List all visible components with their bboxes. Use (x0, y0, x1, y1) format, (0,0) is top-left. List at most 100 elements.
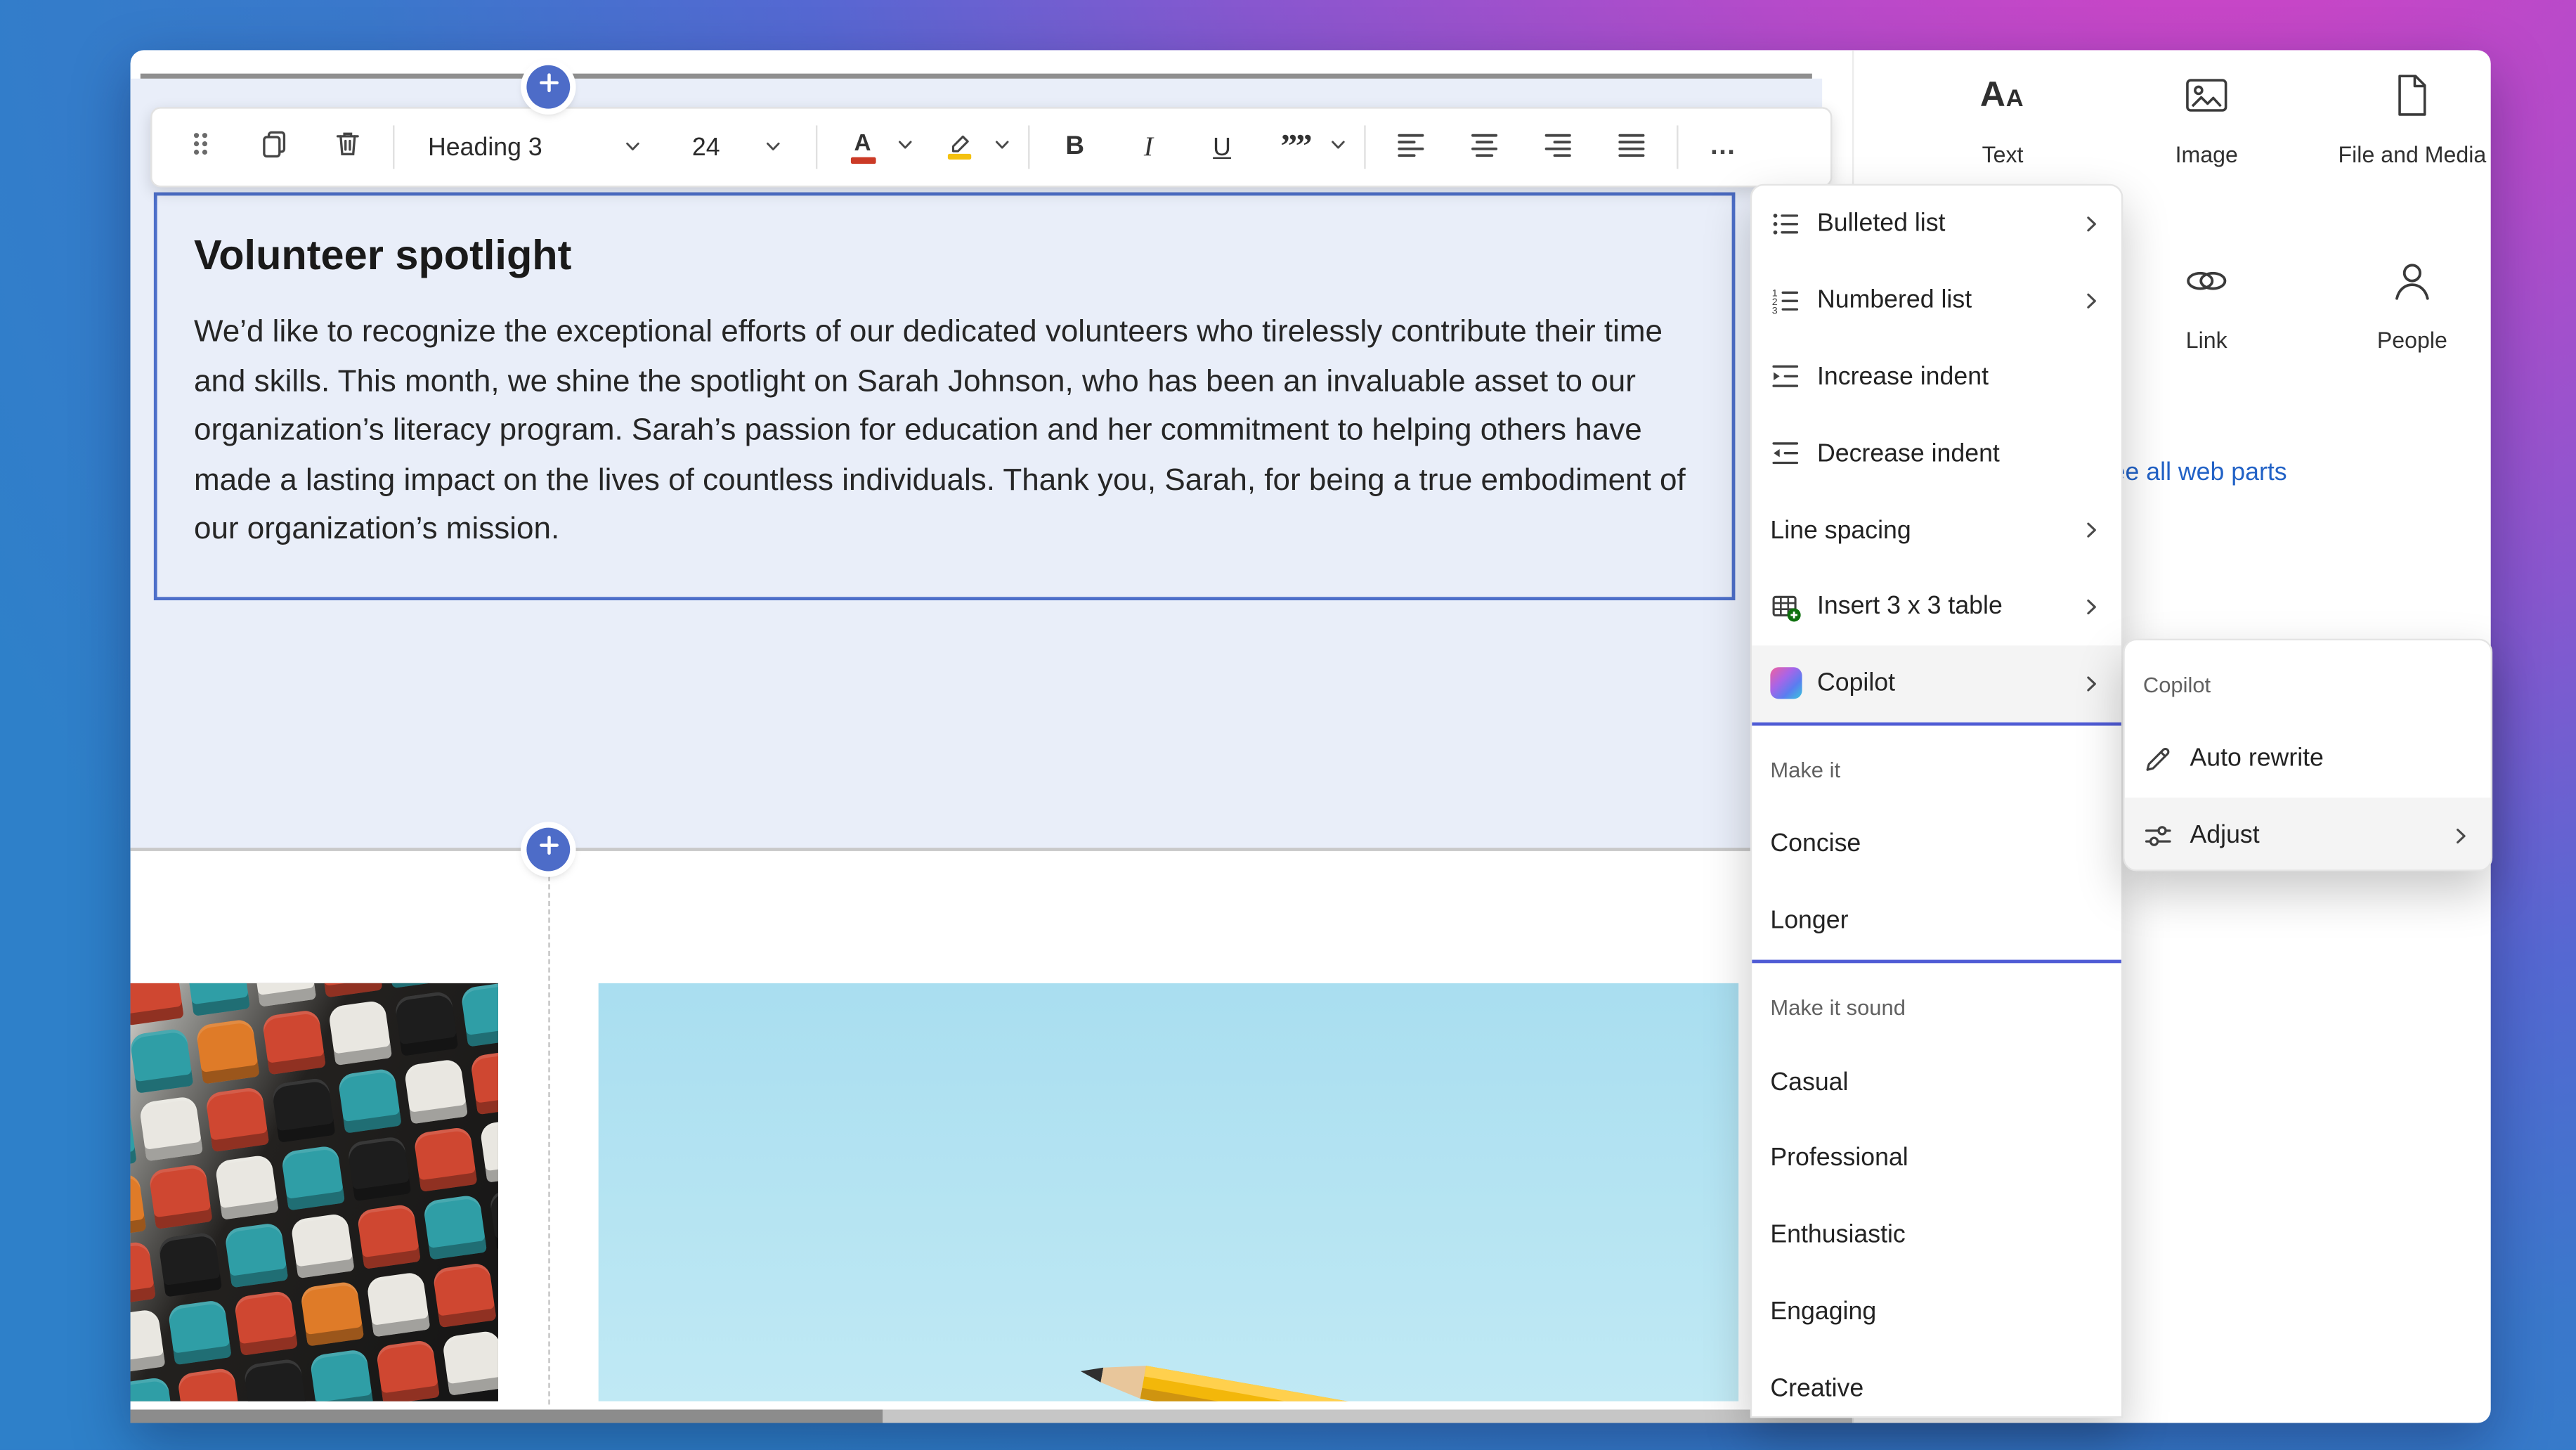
highlighter-icon (943, 127, 977, 168)
auditorium-chairs-image[interactable] (131, 983, 498, 1402)
menu-section-header-make-it-sound: Make it sound (1752, 964, 2121, 1044)
align-justify-icon (1615, 127, 1648, 168)
menu-item-insert-table[interactable]: Insert 3 x 3 table (1752, 569, 2121, 645)
chevron-down-icon (764, 133, 782, 161)
copilot-submenu: Copilot Auto rewrite Adjust (2123, 639, 2492, 872)
webpart-file-and-media[interactable]: File and Media (2335, 70, 2489, 167)
menu-item-label: Creative (1770, 1374, 2101, 1402)
chevron-right-icon (2081, 520, 2102, 540)
menu-item-label: Insert 3 x 3 table (1817, 593, 2081, 621)
chevron-down-icon (623, 133, 642, 161)
plus-icon (538, 72, 559, 102)
italic-button[interactable]: I (1120, 119, 1177, 176)
menu-item-label: Numbered list (1817, 286, 2081, 314)
file-webpart-icon (2387, 70, 2437, 129)
menu-item-enthusiastic[interactable]: Enthusiastic (1752, 1197, 2121, 1274)
menu-item-adjust[interactable]: Adjust (2125, 797, 2491, 871)
menu-item-label: Professional (1770, 1144, 2101, 1172)
section-divider-line (131, 848, 1823, 850)
horizontal-scrollbar[interactable] (131, 1409, 1852, 1423)
menu-item-longer[interactable]: Longer (1752, 883, 2121, 959)
chevron-down-icon[interactable] (1329, 132, 1347, 162)
numbered-list-icon: 123 (1769, 284, 1802, 318)
menu-item-label: Engaging (1770, 1297, 2101, 1326)
bulleted-list-icon (1769, 207, 1802, 241)
underline-button[interactable]: U (1194, 119, 1251, 176)
menu-item-numbered-list[interactable]: 123 Numbered list (1752, 262, 2121, 339)
text-formatting-toolbar: Heading 3 24 A B I (150, 107, 1832, 187)
chevron-down-icon[interactable] (993, 132, 1011, 162)
editor-paragraph[interactable]: We’d like to recognize the exceptional e… (194, 306, 1695, 552)
menu-item-label: Auto rewrite (2190, 745, 2471, 773)
svg-text:A: A (2006, 85, 2024, 112)
webpart-link[interactable]: Link (2130, 256, 2284, 353)
align-justify-button[interactable] (1603, 119, 1660, 176)
section-boundary-line (141, 74, 1812, 78)
menu-item-label: Bulleted list (1817, 209, 2081, 238)
toolbar-divider (1677, 125, 1678, 169)
chevron-down-icon[interactable] (896, 132, 914, 162)
italic-icon: I (1144, 131, 1153, 164)
copy-icon (257, 127, 291, 168)
trash-icon (331, 127, 365, 168)
chevron-right-icon (2081, 673, 2102, 694)
highlight-color-button[interactable] (931, 119, 988, 176)
menu-item-casual[interactable]: Casual (1752, 1044, 2121, 1120)
menu-item-label: Longer (1770, 907, 2101, 935)
align-center-button[interactable] (1456, 119, 1513, 176)
align-left-icon (1394, 127, 1428, 168)
menu-item-professional[interactable]: Professional (1752, 1120, 2121, 1197)
drag-handle[interactable] (172, 119, 229, 176)
chevron-right-icon (2081, 214, 2102, 234)
menu-item-line-spacing[interactable]: Line spacing (1752, 492, 2121, 569)
see-all-web-parts-link[interactable]: See all web parts (2095, 458, 2287, 486)
menu-item-label: Line spacing (1770, 516, 2081, 544)
webpart-people[interactable]: People (2335, 256, 2489, 353)
text-webpart[interactable]: Volunteer spotlight We’d like to recogni… (154, 193, 1736, 600)
pencil-sky-image[interactable] (599, 983, 1738, 1402)
font-color-icon: A (850, 131, 876, 163)
font-color-button[interactable]: A (834, 119, 891, 176)
menu-item-increase-indent[interactable]: Increase indent (1752, 339, 2121, 415)
toolbar-divider (1364, 125, 1365, 169)
webpart-label: File and Media (2338, 142, 2487, 167)
link-webpart-icon (2182, 256, 2232, 314)
menu-item-label: Increase indent (1817, 363, 2101, 391)
webpart-text[interactable]: AA Text (1926, 70, 2080, 167)
pencil-graphic (1075, 1349, 1430, 1401)
quote-button[interactable]: ”” (1267, 119, 1324, 176)
quote-icon: ”” (1280, 131, 1310, 164)
text-webpart-icon: AA (1977, 70, 2027, 129)
align-right-button[interactable] (1530, 119, 1587, 176)
menu-item-creative[interactable]: Creative (1752, 1350, 2121, 1418)
menu-item-decrease-indent[interactable]: Decrease indent (1752, 415, 2121, 492)
toolbar-divider (816, 125, 817, 169)
align-right-icon (1541, 127, 1575, 168)
adjust-sliders-icon (2141, 819, 2175, 853)
copilot-icon (1769, 666, 1802, 700)
duplicate-button[interactable] (246, 119, 303, 176)
editor-heading[interactable]: Volunteer spotlight (194, 233, 1695, 281)
svg-text:3: 3 (1772, 305, 1778, 316)
webpart-label: Link (2186, 328, 2227, 353)
menu-item-concise[interactable]: Concise (1752, 806, 2121, 883)
align-left-button[interactable] (1382, 119, 1439, 176)
add-section-button-top[interactable] (526, 65, 570, 109)
delete-button[interactable] (319, 119, 376, 176)
insert-table-icon (1769, 590, 1802, 623)
font-size-value: 24 (692, 133, 720, 161)
text-style-dropdown[interactable]: Heading 3 (411, 119, 658, 176)
menu-item-copilot[interactable]: Copilot (1752, 645, 2121, 722)
more-options-button[interactable]: … (1695, 119, 1752, 176)
menu-item-auto-rewrite[interactable]: Auto rewrite (2125, 720, 2491, 797)
menu-item-engaging[interactable]: Engaging (1752, 1274, 2121, 1350)
add-section-button-bottom[interactable] (526, 828, 570, 872)
menu-section-header-make-it: Make it (1752, 726, 2121, 806)
menu-item-bulleted-list[interactable]: Bulleted list (1752, 186, 2121, 262)
chevron-right-icon (2451, 825, 2471, 846)
horizontal-scrollbar-thumb[interactable] (131, 1409, 883, 1423)
webpart-image[interactable]: Image (2130, 70, 2284, 167)
font-size-dropdown[interactable]: 24 (675, 119, 799, 176)
bold-button[interactable]: B (1046, 119, 1103, 176)
auto-rewrite-pencil-icon (2141, 742, 2175, 776)
